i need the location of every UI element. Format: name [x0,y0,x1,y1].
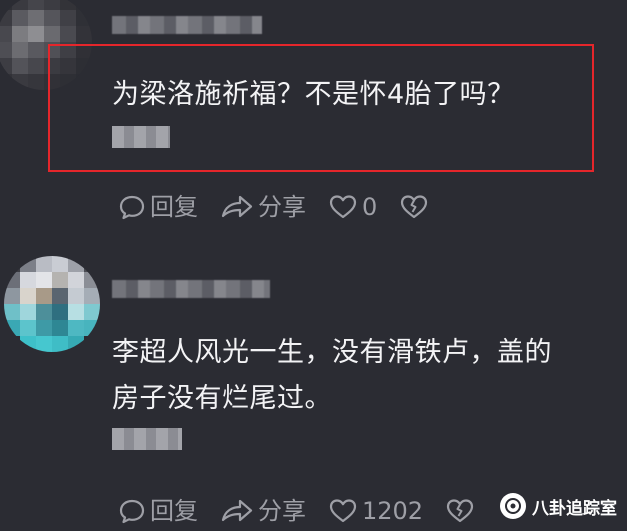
share-label: 分享 [258,193,306,221]
broken-heart-icon [401,195,428,219]
comment-meta [112,428,182,450]
like-button[interactable]: 0 [328,192,377,222]
share-button[interactable]: 分享 [220,192,306,222]
comment-icon [119,499,145,524]
share-button[interactable]: 分享 [220,496,306,526]
like-count: 1202 [362,497,424,525]
comment-icon [119,195,145,220]
broken-heart-icon [446,499,474,523]
heart-icon [329,499,357,523]
reply-button[interactable]: 回复 [118,496,198,526]
like-button[interactable]: 1202 [328,496,423,526]
watermark: 八卦追踪室 [500,493,617,519]
like-count: 0 [362,193,378,221]
watermark-logo-icon [500,493,526,519]
comment-text: 李超人风光一生，没有滑铁卢，盖的 房子没有烂尾过。 [112,337,552,414]
share-icon [221,499,253,522]
share-icon [221,195,253,218]
reply-label: 回复 [150,497,198,525]
watermark-text: 八卦追踪室 [532,498,617,519]
avatar[interactable] [4,256,100,352]
dislike-button[interactable] [399,194,433,220]
share-label: 分享 [258,497,306,525]
dislike-button[interactable] [445,498,479,524]
heart-icon [329,195,357,219]
comment-meta [112,126,170,148]
reply-button[interactable]: 回复 [118,192,198,222]
comment-actions: 回复 分享 0 [118,192,455,222]
comment-text: 为梁洛施祈福？不是怀4胎了吗？ [112,79,515,110]
username[interactable] [112,16,262,34]
comment-actions: 回复 分享 1202 [118,496,501,526]
username[interactable] [112,280,270,298]
reply-label: 回复 [150,193,198,221]
